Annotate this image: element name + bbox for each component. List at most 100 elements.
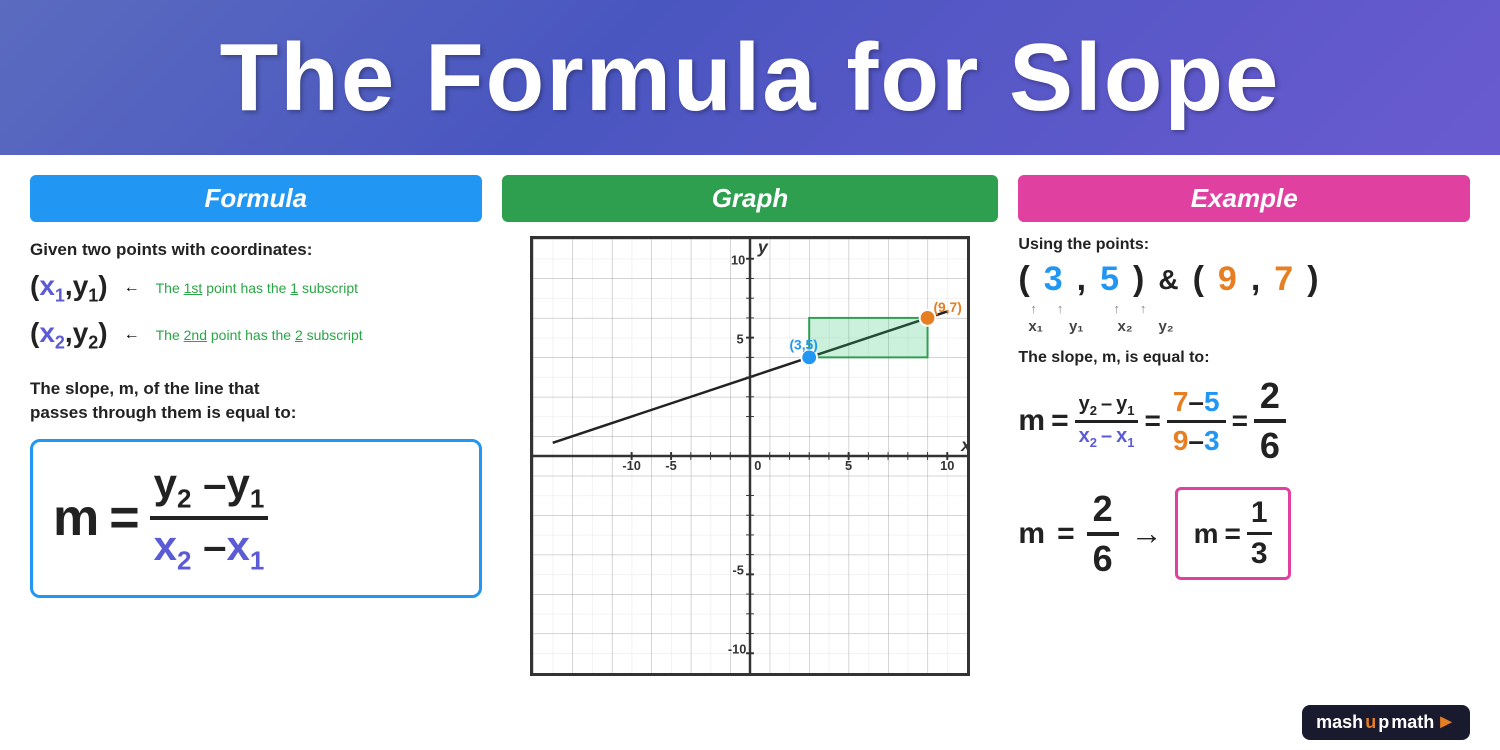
graph-header-label: Graph (712, 183, 789, 213)
open-paren2: ( (1193, 260, 1204, 299)
svg-text:5: 5 (845, 458, 852, 473)
svg-text:-10: -10 (622, 458, 641, 473)
svg-text:-10: -10 (728, 641, 747, 656)
final-arrow: → (1131, 515, 1163, 552)
svg-text:0: 0 (754, 458, 761, 473)
subscript-labels-row: x₁ y₁ x₂ y₂ (1018, 318, 1470, 335)
formula-point1-coords: (x1,y1) (30, 270, 108, 307)
svg-text:-5: -5 (732, 562, 743, 577)
svg-text:10: 10 (940, 458, 954, 473)
slope-fraction: y2 –y1 x2 –x1 (150, 460, 269, 577)
example-section: Example Using the points: ( 3 , 5 ) & ( … (1018, 175, 1470, 740)
point1-arrow: ← (124, 279, 140, 297)
ex-num-vals: 7–5 (1167, 386, 1226, 423)
brand-text-mash: mash (1316, 712, 1363, 733)
final-frac-left: 2 6 (1087, 488, 1119, 580)
svg-text:(9,7): (9,7) (933, 300, 961, 315)
ex-num-result: 2 (1254, 375, 1286, 423)
graph-section: Graph (502, 175, 999, 740)
final-fraction: 1 3 (1247, 496, 1272, 571)
formula-header-label: Formula (205, 183, 308, 213)
ex-den-vals: 9–3 (1167, 423, 1226, 457)
slope-formula-box: m = y2 –y1 x2 –x1 (30, 439, 482, 598)
final-num-left: 2 (1087, 488, 1119, 536)
ex-num-vars: y2 – y1 (1075, 393, 1139, 423)
svg-text:x: x (960, 435, 967, 455)
branding-badge: mashupmath ► (1302, 705, 1470, 740)
page-header: The Formula for Slope (0, 0, 1500, 155)
brand-o: u (1365, 712, 1376, 733)
example-equation-row: m = y2 – y1 x2 – x1 = 7–5 9–3 (1018, 375, 1470, 467)
comma2: , (1251, 260, 1260, 299)
y2-label: y₂ (1159, 318, 1174, 335)
svg-text:y: y (757, 239, 769, 257)
formula-header: Formula (30, 175, 482, 222)
ex-frac-vals: 7–5 9–3 (1167, 386, 1226, 457)
formula-point2: (x2,y2) ← The 2nd point has the 2 subscr… (30, 317, 482, 354)
formula-point2-coords: (x2,y2) (30, 317, 108, 354)
page-title: The Formula for Slope (220, 23, 1281, 133)
final-equation-row: m = 2 6 → m = 1 3 (1018, 487, 1470, 580)
x2-label: x₂ (1117, 318, 1132, 335)
point1-sub-labels: x₁ y₁ (1028, 318, 1083, 335)
ex-den-vars: x2 – x1 (1075, 423, 1139, 450)
final-m-label: m (1018, 517, 1045, 551)
example-points-display: ( 3 , 5 ) & ( 9 , 7 ) (1018, 260, 1470, 299)
ex-den-result: 6 (1254, 423, 1286, 467)
formula-given-text: Given two points with coordinates: (30, 240, 482, 260)
svg-text:5: 5 (737, 332, 744, 347)
graph-header: Graph (502, 175, 999, 222)
slope-eq-text: The slope, m, is equal to: (1018, 349, 1470, 367)
ampersand: & (1158, 264, 1178, 296)
example-x2: 9 (1218, 260, 1237, 299)
example-header: Example (1018, 175, 1470, 222)
brand-text-math: math (1391, 712, 1434, 733)
ex-eq2: = (1144, 405, 1160, 437)
x1-var: x1 (39, 270, 65, 301)
slope-description: The slope, m, of the line that passes th… (30, 377, 482, 425)
svg-text:-5: -5 (665, 458, 676, 473)
example-header-label: Example (1191, 183, 1298, 213)
final-denominator: 3 (1247, 535, 1272, 571)
subscript-arrows-row: ↑ ↑ ↑ ↑ (1018, 301, 1470, 316)
open-paren1: ( (1018, 260, 1029, 299)
close-paren1: ) (1133, 260, 1144, 299)
x2-var: x2 (39, 317, 65, 348)
ex-frac-result: 2 6 (1254, 375, 1286, 467)
formula-denominator: x2 –x1 (150, 520, 269, 576)
point1-note: The 1st point has the 1 subscript (156, 280, 358, 296)
formula-point1: (x1,y1) ← The 1st point has the 1 subscr… (30, 270, 482, 307)
comma1: , (1077, 260, 1086, 299)
graph-svg: -10 -5 0 5 10 10 5 -5 -10 x y (533, 239, 967, 673)
brand-play-icon: ► (1436, 711, 1456, 734)
point1-arrows: ↑ ↑ (1030, 301, 1063, 316)
example-y2: 7 (1274, 260, 1293, 299)
svg-text:10: 10 (731, 253, 745, 268)
svg-text:(3,5): (3,5) (789, 337, 817, 352)
x1-label: x₁ (1028, 318, 1043, 335)
point2-note: The 2nd point has the 2 subscript (156, 327, 363, 343)
example-y1: 5 (1100, 260, 1119, 299)
final-eq-in-box: = (1225, 518, 1241, 550)
final-answer-box: m = 1 3 (1175, 487, 1291, 580)
example-x1: 3 (1044, 260, 1063, 299)
brand-text-p: p (1378, 712, 1389, 733)
ex-eq1: = (1051, 404, 1069, 438)
ex-m1: m (1018, 404, 1045, 438)
ex-frac-vars: y2 – y1 x2 – x1 (1075, 393, 1139, 450)
final-eq-sign: = (1057, 517, 1075, 551)
final-m-in-box: m (1194, 518, 1219, 550)
close-paren2: ) (1307, 260, 1318, 299)
final-den-left: 6 (1087, 536, 1119, 580)
formula-m: m (53, 488, 99, 548)
graph-container: -10 -5 0 5 10 10 5 -5 -10 x y (530, 236, 970, 676)
main-content: Formula Given two points with coordinate… (0, 155, 1500, 750)
formula-numerator: y2 –y1 (150, 460, 269, 520)
formula-section: Formula Given two points with coordinate… (30, 175, 482, 740)
final-numerator: 1 (1247, 496, 1272, 535)
y1-label: y₁ (1069, 318, 1084, 335)
example-using-text: Using the points: (1018, 236, 1470, 254)
point2-sub-labels: x₂ y₂ (1117, 318, 1173, 335)
point2-arrow: ← (124, 326, 140, 344)
point2-arrows: ↑ ↑ (1113, 301, 1146, 316)
